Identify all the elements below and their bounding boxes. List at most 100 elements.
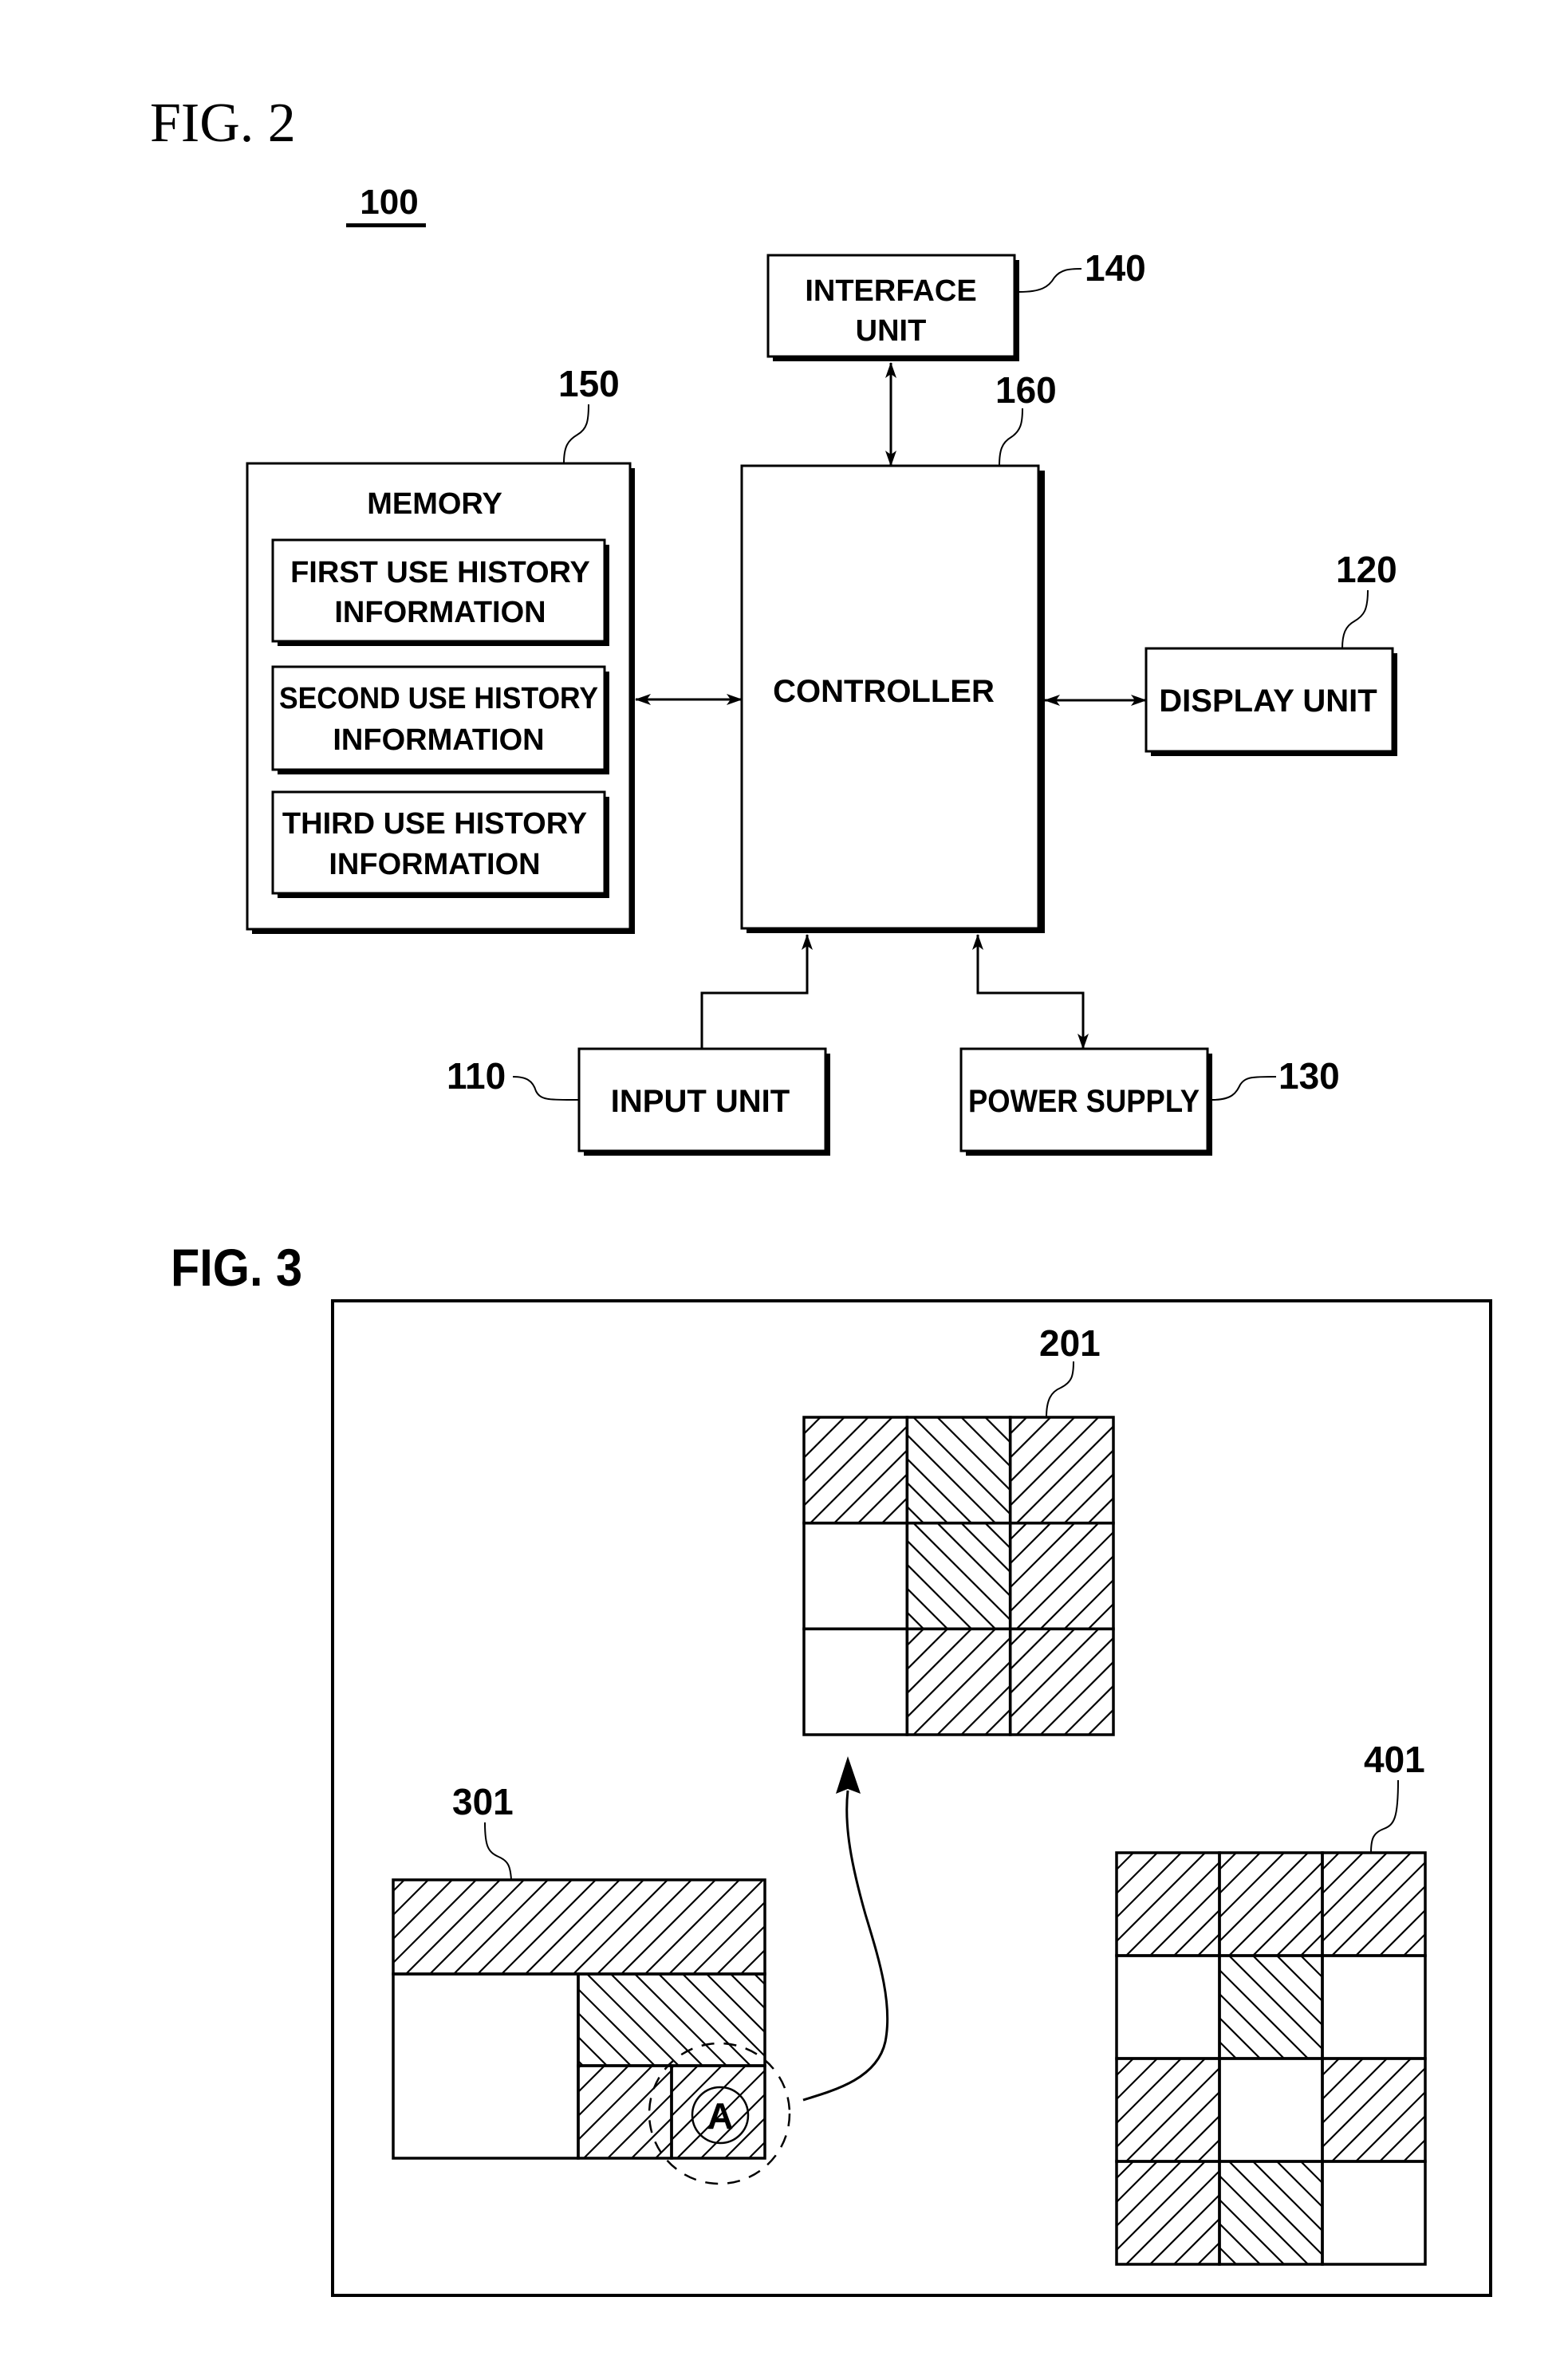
- power-supply-label: POWER SUPPLY: [968, 1084, 1200, 1119]
- hatch-back: [1219, 1956, 1322, 2059]
- grid-cell-border: [1008, 1416, 1115, 1525]
- interface-unit-label-line2: UNIT: [856, 314, 927, 348]
- memory-block[interactable]: MEMORY FIRST USE HISTORY INFORMATION SEC…: [246, 462, 635, 934]
- hatch-fwd: [1322, 1853, 1425, 1956]
- grid-cell-r1-c2: [1008, 1521, 1115, 1631]
- grid-cell-border: [1008, 1627, 1115, 1736]
- display-ref-label: 120: [1336, 549, 1397, 590]
- grid-cell-border: [905, 1521, 1012, 1631]
- grid-cell-border: [1218, 1851, 1324, 1957]
- grid-cell-r1-c0: [1115, 1954, 1221, 2060]
- input-unit-label: INPUT UNIT: [611, 1084, 790, 1119]
- grid-cell-border: [1321, 2057, 1427, 2163]
- grid-cell-border: [392, 1878, 766, 1976]
- controller-label: CONTROLLER: [773, 674, 995, 709]
- grid-cell-border: [905, 1627, 1012, 1736]
- grid-cell-r1-c0: [802, 1521, 909, 1631]
- grid-cell-r2-c1: [905, 1627, 1012, 1736]
- memory-item-label-line2: INFORMATION: [333, 723, 544, 757]
- interface-unit-block[interactable]: INTERFACE UNIT: [766, 254, 1019, 361]
- grid-cell-r2-c2: [1008, 1627, 1115, 1736]
- grid-301-ref-leader: [484, 1822, 512, 1881]
- grid-cell-border: [1008, 1521, 1115, 1631]
- memory-item-third-use-history[interactable]: THIRD USE HISTORY INFORMATION: [271, 790, 609, 898]
- grid-cell-border: [1115, 2057, 1221, 2163]
- grid-cell-r1-c2: [1321, 1954, 1427, 2060]
- grid-cell-border: [802, 1416, 909, 1525]
- memory-title: MEMORY: [367, 487, 502, 521]
- grid-cell-border: [1321, 1851, 1427, 1957]
- memory-item-second-use-history[interactable]: SECOND USE HISTORY INFORMATION: [271, 665, 609, 774]
- grid-cell-r1-c1: [905, 1521, 1012, 1631]
- memory-item-label-line1: THIRD USE HISTORY: [282, 807, 587, 841]
- patent-drawing-sheet: FIG. 2 100 INTERFACE UNIT 140 CONTROLLER…: [0, 93, 1568, 2297]
- grid-cell-border: [1115, 1954, 1221, 2060]
- memory-item-first-use-history[interactable]: FIRST USE HISTORY INFORMATION: [271, 538, 609, 646]
- grid-cell-border: [905, 1416, 1012, 1525]
- grid-cell-r3-c0: [1115, 2160, 1221, 2266]
- grid-401[interactable]: [911, 1851, 1568, 2266]
- hatch-fwd: [804, 1417, 908, 1523]
- grid-301-ref-label: 301: [452, 1781, 514, 1822]
- grid-cell-border: [1218, 2160, 1324, 2266]
- grid-cell-r3-c1: [1218, 2160, 1324, 2266]
- power-supply-block[interactable]: POWER SUPPLY: [959, 1047, 1212, 1156]
- hatch-back: [907, 1417, 1011, 1523]
- interface-ref-leader: [1018, 268, 1082, 293]
- figure-2: FIG. 2 100 INTERFACE UNIT 140 CONTROLLER…: [150, 93, 1397, 1156]
- grid-cell-r0-c1: [1218, 1851, 1324, 1957]
- grid-cell-r3-c2: [1321, 2160, 1427, 2266]
- hatch-fwd: [1117, 1853, 1219, 1956]
- display-unit-label: DISPLAY UNIT: [1159, 684, 1377, 719]
- system-ref-label: 100: [360, 183, 418, 222]
- grid-cell-border: [1218, 1954, 1324, 2060]
- hatch-fwd: [1010, 1523, 1113, 1629]
- input-ref-label: 110: [447, 1055, 506, 1097]
- grid-cell-border: [1115, 2160, 1221, 2266]
- hatch-fwd: [1322, 2059, 1425, 2161]
- memory-ref-leader: [563, 404, 589, 464]
- hatch-fwd: [907, 1629, 1011, 1735]
- grid-401-ref-leader: [1370, 1779, 1399, 1854]
- system-ref-underline: [346, 223, 426, 227]
- grid-cell-r1-c1: [1218, 1954, 1324, 2060]
- grid-201[interactable]: [595, 1416, 1529, 1736]
- grid-cell-border: [1321, 2160, 1427, 2266]
- detail-a-marker-label: A: [707, 2095, 733, 2137]
- display-ref-leader: [1341, 589, 1369, 649]
- memory-item-label-line2: INFORMATION: [334, 596, 546, 629]
- display-unit-block[interactable]: DISPLAY UNIT: [1144, 647, 1397, 756]
- grid-401-ref-label: 401: [1364, 1739, 1425, 1780]
- memory-item-label-line1: FIRST USE HISTORY: [290, 556, 590, 589]
- grid-region-top-band: [392, 1878, 766, 1976]
- hatch-fwd: [393, 1880, 765, 1974]
- hatch-back: [1219, 2161, 1322, 2264]
- input-unit-block[interactable]: INPUT UNIT: [577, 1047, 830, 1156]
- grid-cell-border: [802, 1521, 909, 1631]
- controller-ref-label: 160: [995, 369, 1057, 411]
- grid-301[interactable]: [0, 1878, 1409, 2160]
- input-ref-leader: [512, 1076, 580, 1101]
- hatch-fwd: [1219, 1853, 1322, 1956]
- grid-cell-r0-c0: [1115, 1851, 1221, 1957]
- hatch-fwd: [1117, 2059, 1219, 2161]
- grid-201-ref-label: 201: [1039, 1322, 1101, 1364]
- grid-cell-border: [392, 1972, 580, 2160]
- grid-cell-border: [1218, 2057, 1324, 2163]
- figure-3: FIG. 3 201 301 401 A: [0, 1238, 1568, 2297]
- controller-block[interactable]: CONTROLLER: [740, 464, 1045, 933]
- interface-unit-label-line1: INTERFACE: [805, 274, 976, 308]
- controller-ref-leader: [999, 408, 1023, 467]
- grid-cell-r0-c1: [905, 1416, 1012, 1525]
- grid-cell-r2-c1: [1218, 2057, 1324, 2163]
- hatch-fwd: [1010, 1417, 1113, 1523]
- arrow-input-controller: [700, 934, 813, 1049]
- arrow-power-controller: [972, 934, 1089, 1050]
- hatch-fwd: [1117, 2161, 1219, 2264]
- grid-cell-r2-c2: [1321, 2057, 1427, 2163]
- arrow-detail-a-to-grid-201: [802, 1790, 889, 2102]
- grid-cell-r0-c0: [802, 1416, 909, 1525]
- fig3-title: FIG. 3: [171, 1238, 302, 1297]
- grid-cell-border: [1321, 1954, 1427, 2060]
- fig2-title: FIG. 2: [150, 93, 296, 154]
